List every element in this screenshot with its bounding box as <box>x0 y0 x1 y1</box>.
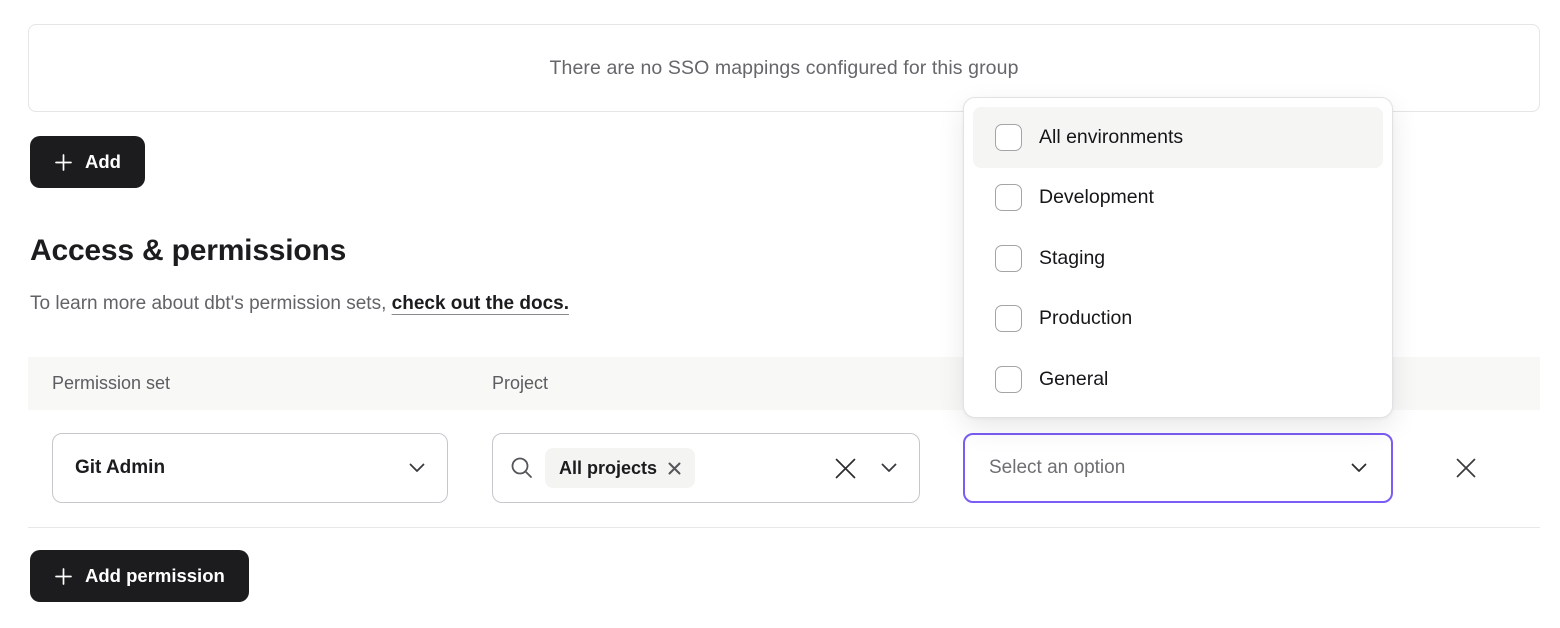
chevron-down-icon <box>881 457 897 479</box>
section-subtitle: To learn more about dbt's permission set… <box>30 293 569 315</box>
dropdown-item-label: All environments <box>1039 126 1183 149</box>
dropdown-item-all-environments[interactable]: All environments <box>973 107 1383 168</box>
column-header-project: Project <box>492 373 548 394</box>
checkbox-unchecked[interactable] <box>995 245 1022 272</box>
add-permission-button[interactable]: Add permission <box>30 550 249 602</box>
checkbox-unchecked[interactable] <box>995 305 1022 332</box>
dropdown-item-label: General <box>1039 368 1108 391</box>
page-title: Access & permissions <box>30 234 346 268</box>
dropdown-item-general[interactable]: General <box>973 349 1383 410</box>
delete-permission-row-button[interactable] <box>1452 455 1480 483</box>
plus-icon <box>54 567 73 586</box>
plus-icon <box>54 153 73 172</box>
docs-link[interactable]: check out the docs. <box>392 293 569 314</box>
dropdown-item-label: Production <box>1039 307 1132 330</box>
dropdown-item-development[interactable]: Development <box>973 168 1383 229</box>
add-permission-button-label: Add permission <box>85 565 225 587</box>
group-settings-page: There are no SSO mappings configured for… <box>0 0 1560 628</box>
table-row-divider <box>28 527 1540 528</box>
permission-set-value: Git Admin <box>75 457 165 479</box>
chevron-down-icon <box>409 457 425 479</box>
dropdown-item-staging[interactable]: Staging <box>973 228 1383 289</box>
clear-selection-x-icon[interactable] <box>834 457 857 480</box>
project-chip-label: All projects <box>559 458 657 479</box>
project-select[interactable]: All projects <box>492 433 920 503</box>
sso-empty-message: There are no SSO mappings configured for… <box>549 57 1018 80</box>
checkbox-unchecked[interactable] <box>995 184 1022 211</box>
permission-set-select[interactable]: Git Admin <box>52 433 448 503</box>
chevron-down-icon <box>1351 457 1367 479</box>
chip-remove-x-icon[interactable] <box>668 462 681 475</box>
environment-select[interactable]: Select an option <box>963 433 1393 503</box>
checkbox-unchecked[interactable] <box>995 366 1022 393</box>
add-sso-mapping-button[interactable]: Add <box>30 136 145 188</box>
environment-select-placeholder: Select an option <box>989 457 1125 479</box>
search-icon <box>509 455 535 481</box>
dropdown-item-label: Staging <box>1039 247 1105 270</box>
column-header-permission-set: Permission set <box>52 373 170 394</box>
subtitle-text: To learn more about dbt's permission set… <box>30 293 392 314</box>
add-button-label: Add <box>85 151 121 173</box>
environment-dropdown-menu: All environments Development Staging Pro… <box>963 97 1393 418</box>
project-chip: All projects <box>545 448 695 488</box>
dropdown-item-production[interactable]: Production <box>973 289 1383 350</box>
x-icon <box>1455 457 1477 482</box>
checkbox-unchecked[interactable] <box>995 124 1022 151</box>
dropdown-item-label: Development <box>1039 186 1154 209</box>
